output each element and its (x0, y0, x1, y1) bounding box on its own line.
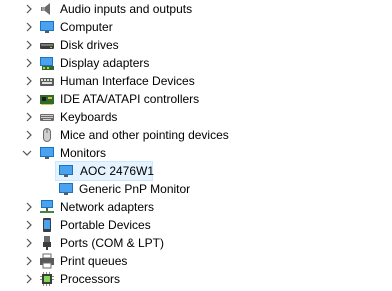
chevron-right-icon[interactable] (24, 22, 34, 32)
tree-item-portable-devices[interactable]: Portable Devices (0, 216, 392, 234)
tree-item-label: Mice and other pointing devices (60, 128, 229, 142)
monitor-icon (58, 163, 74, 179)
tree-item-human-interface-devices[interactable]: Human Interface Devices (0, 72, 392, 90)
tree-item-audio-inputs-and-outputs[interactable]: Audio inputs and outputs (0, 0, 392, 18)
chevron-right-icon[interactable] (24, 202, 34, 212)
chevron-down-icon[interactable] (22, 148, 32, 158)
chevron-right-icon[interactable] (24, 112, 34, 122)
tree-item-disk-drives[interactable]: Disk drives (0, 36, 392, 54)
monitor-icon (39, 145, 55, 161)
mouse-icon (39, 127, 55, 143)
tree-item-print-queues[interactable]: Print queues (0, 252, 392, 270)
chevron-right-icon[interactable] (24, 256, 34, 266)
keyboard-hid-icon (39, 73, 55, 89)
chevron-right-icon[interactable] (24, 238, 34, 248)
tree-item-label: Network adapters (60, 200, 155, 214)
controller-icon (39, 91, 55, 107)
tree-item-ports-com-lpt[interactable]: Ports (COM & LPT) (0, 234, 392, 252)
chevron-right-icon[interactable] (24, 130, 34, 140)
tree-item-keyboards[interactable]: Keyboards (0, 108, 392, 126)
tree-item-label: Computer (60, 20, 113, 34)
disk-drive-icon (39, 37, 55, 53)
tree-item-label: Keyboards (60, 110, 118, 124)
display-adapter-icon (39, 55, 55, 71)
chevron-right-icon[interactable] (24, 274, 34, 284)
tree-item-generic-pnp-monitor[interactable]: Generic PnP Monitor (56, 180, 392, 198)
tree-item-label: Human Interface Devices (60, 74, 195, 88)
portable-device-icon (39, 217, 55, 233)
tree-item-label: Portable Devices (60, 218, 151, 232)
chevron-right-icon[interactable] (24, 4, 34, 14)
tree-item-ide-ata-atapi-controllers[interactable]: IDE ATA/ATAPI controllers (0, 90, 392, 108)
tree-item-monitors[interactable]: Monitors (0, 144, 392, 162)
tree-item-label: Audio inputs and outputs (60, 2, 193, 16)
tree-item-label: Print queues (60, 254, 128, 268)
tree-item-processors[interactable]: Processors (0, 270, 392, 288)
tree-item-aoc-2476w1[interactable]: AOC 2476W1 (55, 161, 155, 181)
tree-item-display-adapters[interactable]: Display adapters (0, 54, 392, 72)
tree-item-label: AOC 2476W1 (80, 164, 155, 178)
tree-item-mice-and-other-pointing-devices[interactable]: Mice and other pointing devices (0, 126, 392, 144)
tree-item-label: Monitors (60, 146, 107, 160)
tree-item-label: Display adapters (60, 56, 150, 70)
tree-item-label: IDE ATA/ATAPI controllers (60, 92, 200, 106)
tree-item-label: Ports (COM & LPT) (60, 236, 165, 250)
tree-item-label: Processors (60, 272, 121, 286)
speaker-icon (39, 1, 55, 17)
chevron-right-icon[interactable] (24, 58, 34, 68)
processor-icon (39, 271, 55, 287)
network-adapter-icon (39, 199, 55, 215)
monitor-icon (39, 19, 55, 35)
tree-item-label: Generic PnP Monitor (79, 182, 191, 196)
keyboard-icon (39, 109, 55, 125)
tree-item-computer[interactable]: Computer (0, 18, 392, 36)
printer-icon (39, 253, 55, 269)
chevron-right-icon[interactable] (24, 220, 34, 230)
monitor-icon (58, 181, 74, 197)
chevron-right-icon[interactable] (24, 76, 34, 86)
chevron-right-icon[interactable] (24, 40, 34, 50)
chevron-right-icon[interactable] (24, 94, 34, 104)
tree-item-network-adapters[interactable]: Network adapters (0, 198, 392, 216)
tree-item-label: Disk drives (60, 38, 119, 52)
port-icon (39, 235, 55, 251)
